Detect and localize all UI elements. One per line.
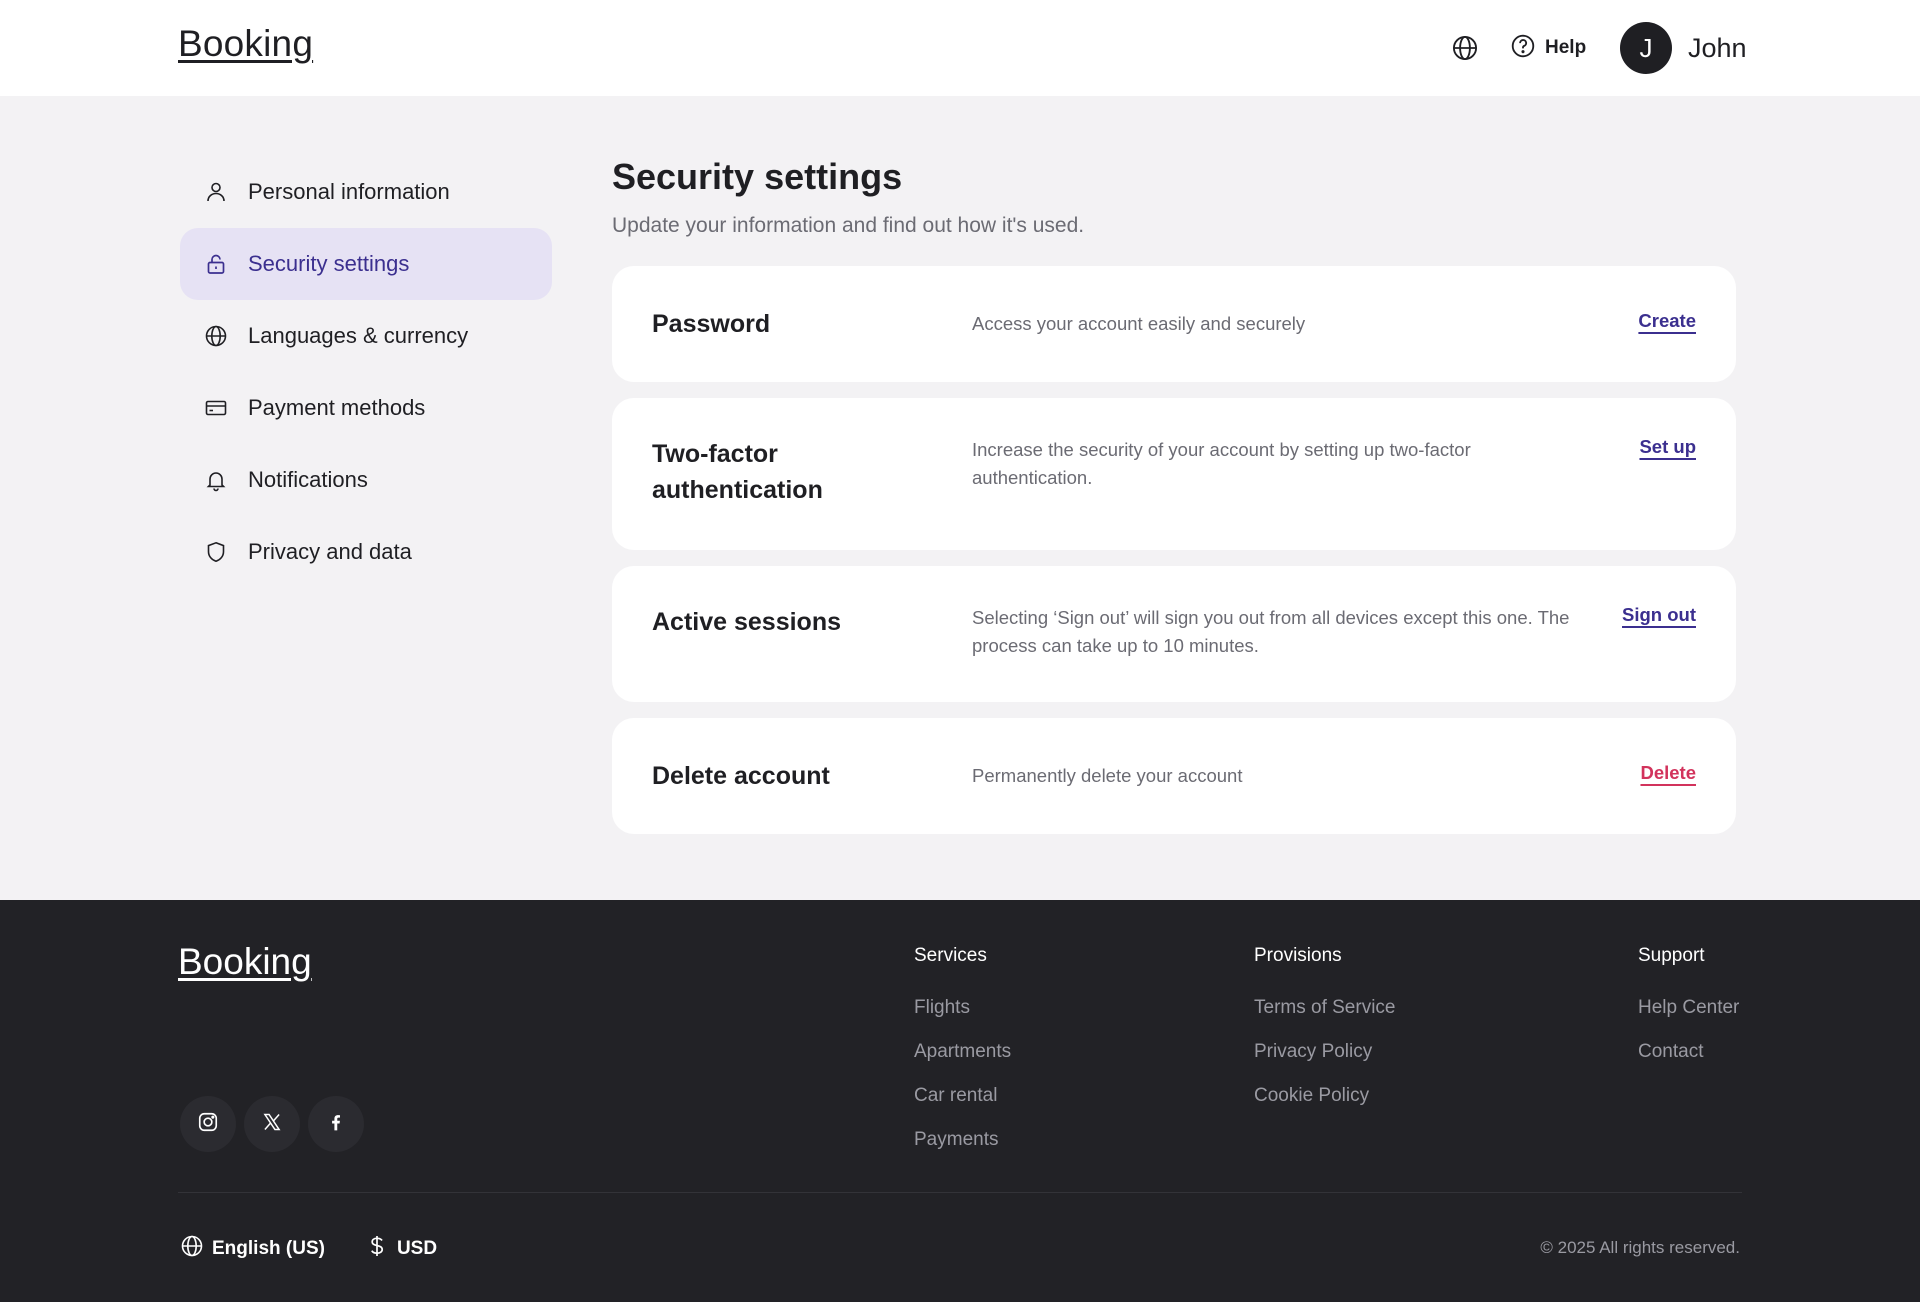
sidebar-item-label: Languages & currency [248,323,469,348]
user-icon [202,178,230,206]
delete-account-card: Delete account Permanently delete your a… [612,718,1736,834]
card-title: Delete account [652,762,830,790]
user-name: John [1688,32,1747,63]
site-footer: Booking Services Flights Apartments Car … [0,900,1920,1302]
sidebar-item-label: Security settings [248,251,410,276]
card-title: Active sessions [652,608,841,636]
password-card: Password Access your account easily and … [612,266,1736,382]
footer-link-contact[interactable]: Contact [1638,1040,1739,1064]
sidebar-item-personal-information[interactable]: Personal information [180,156,552,228]
facebook-icon [326,1112,346,1137]
page-subtitle: Update your information and find out how… [612,214,1085,237]
facebook-button[interactable] [308,1096,364,1152]
globe-icon [180,1234,204,1264]
top-header: Booking Help J John [0,0,1920,96]
card-description: Selecting ‘Sign out’ will sign you out f… [972,607,1570,656]
sidebar-item-label: Notifications [248,467,368,492]
delete-account-link[interactable]: Delete [1640,762,1696,784]
instagram-button[interactable] [180,1096,236,1152]
sidebar-item-security-settings[interactable]: Security settings [180,228,552,300]
language-selector[interactable]: English (US) [180,1234,325,1264]
active-sessions-card: Active sessions Selecting ‘Sign out’ wil… [612,566,1736,702]
credit-card-icon [202,394,230,422]
footer-brand-logo[interactable]: Booking [178,940,312,984]
set-up-two-factor-link[interactable]: Set up [1639,436,1696,458]
lock-icon [202,250,230,278]
footer-link-cookie-policy[interactable]: Cookie Policy [1254,1084,1395,1108]
currency-label: USD [396,1238,438,1259]
footer-link-privacy-policy[interactable]: Privacy Policy [1254,1040,1395,1064]
shield-icon [202,538,230,566]
help-label: Help [1545,37,1587,58]
footer-link-flights[interactable]: Flights [914,996,1011,1020]
language-globe-icon[interactable] [1451,34,1479,62]
card-description: Permanently delete your account [972,765,1243,786]
copyright-text: © 2025 All rights reserved. [1540,1238,1740,1257]
globe-icon [202,322,230,350]
sidebar-item-payment-methods[interactable]: Payment methods [180,372,552,444]
user-menu[interactable]: J John [1620,22,1747,74]
help-circle-icon [1510,33,1536,64]
dollar-icon [365,1234,389,1264]
card-description: Access your account easily and securely [972,313,1306,334]
footer-divider [178,1192,1742,1193]
footer-link-help-center[interactable]: Help Center [1638,996,1739,1020]
footer-heading: Services [914,945,987,966]
card-description: Increase the security of your account by… [972,439,1471,488]
main-content: Security settings Update your informatio… [612,154,1736,850]
language-label: English (US) [212,1238,325,1259]
footer-column-provisions: Provisions Terms of Service Privacy Poli… [1254,944,1395,1128]
sidebar-item-languages-currency[interactable]: Languages & currency [180,300,552,372]
card-title: Password [652,310,771,338]
bell-icon [202,466,230,494]
footer-link-car-rental[interactable]: Car rental [914,1084,1011,1108]
brand-logo[interactable]: Booking [178,22,313,66]
x-icon [262,1112,282,1137]
currency-selector[interactable]: USD [365,1234,437,1264]
sidebar-item-label: Privacy and data [248,539,412,564]
two-factor-card: Two-factor authentication Increase the s… [612,398,1736,550]
footer-heading: Provisions [1254,945,1342,966]
sidebar-item-label: Payment methods [248,395,426,420]
social-links [180,1096,364,1152]
footer-preferences: English (US) USD [180,1234,437,1264]
footer-link-payments[interactable]: Payments [914,1128,1011,1152]
footer-heading: Support [1638,945,1705,966]
footer-link-apartments[interactable]: Apartments [914,1040,1011,1064]
footer-link-terms-of-service[interactable]: Terms of Service [1254,996,1395,1020]
sign-out-link[interactable]: Sign out [1622,604,1696,626]
sidebar-item-privacy-and-data[interactable]: Privacy and data [180,516,552,588]
security-cards: Password Access your account easily and … [612,266,1736,834]
x-button[interactable] [244,1096,300,1152]
create-password-link[interactable]: Create [1638,310,1696,332]
page-title: Security settings [612,156,903,197]
sidebar-item-notifications[interactable]: Notifications [180,444,552,516]
help-button[interactable]: Help [1510,34,1586,62]
footer-column-support: Support Help Center Contact [1638,944,1739,1084]
footer-column-services: Services Flights Apartments Car rental P… [914,944,1011,1172]
sidebar-item-label: Personal information [248,179,450,204]
settings-sidebar: Personal information Security settings L… [180,156,552,588]
instagram-icon [197,1111,219,1138]
card-title: Two-factor authentication [652,440,823,504]
avatar: J [1620,22,1672,74]
